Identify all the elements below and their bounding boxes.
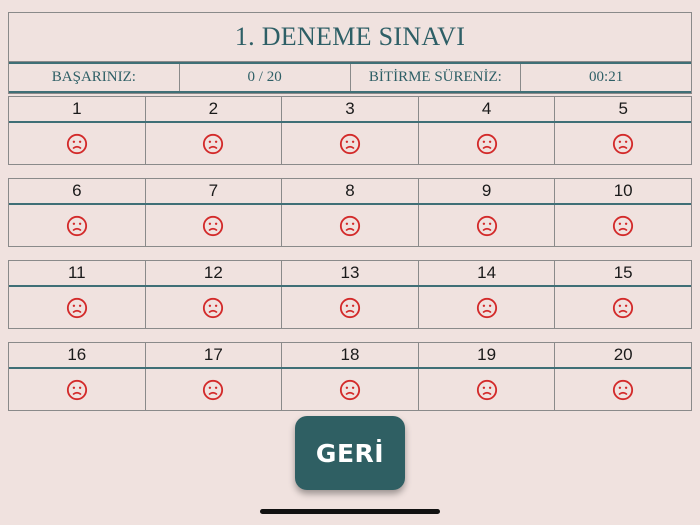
answer-status-cell xyxy=(282,287,419,329)
question-number: 15 xyxy=(613,263,633,282)
answer-status-cell xyxy=(419,287,556,329)
sad-face-icon xyxy=(66,133,88,155)
success-label: BAŞARINIZ: xyxy=(9,62,180,93)
answer-status-cell xyxy=(555,369,691,411)
sad-face-icon xyxy=(202,133,224,155)
question-number-row: 6 7 8 9 10 xyxy=(9,179,691,205)
question-number: 17 xyxy=(146,343,283,367)
answer-status-cell xyxy=(419,369,556,411)
sad-face-icon xyxy=(612,297,634,319)
sad-face-icon xyxy=(476,133,498,155)
sad-face-icon xyxy=(66,297,88,319)
question-number: 6 xyxy=(9,179,146,203)
finish-time-value: 00:21 xyxy=(589,69,624,85)
sad-face-icon xyxy=(339,133,361,155)
question-number: 13 xyxy=(282,261,419,285)
home-indicator xyxy=(260,509,440,514)
answer-status-cell xyxy=(419,123,556,165)
question-number: 7 xyxy=(146,179,283,203)
question-number-row: 16 17 18 19 20 xyxy=(9,343,691,369)
answer-status-cell xyxy=(146,369,283,411)
question-number: 19 xyxy=(419,343,556,367)
sad-face-icon xyxy=(476,297,498,319)
question-number-row: 11 12 13 14 15 xyxy=(9,261,691,287)
question-row-group: 16 17 18 19 20 xyxy=(8,342,692,411)
sad-face-icon xyxy=(339,379,361,401)
answer-status-row xyxy=(9,369,691,411)
answer-status-cell xyxy=(9,287,146,329)
answer-status-cell xyxy=(9,369,146,411)
answer-status-cell xyxy=(146,123,283,165)
answer-status-cell xyxy=(555,287,691,329)
answer-status-cell xyxy=(146,205,283,247)
sad-face-icon xyxy=(339,215,361,237)
finish-time-label: BİTİRME SÜRENİZ: xyxy=(351,62,522,93)
question-number: 4 xyxy=(419,97,556,121)
question-number: 11 xyxy=(9,261,146,285)
sad-face-icon xyxy=(476,379,498,401)
answer-status-cell xyxy=(282,123,419,165)
answer-status-cell xyxy=(282,369,419,411)
answer-status-cell xyxy=(146,287,283,329)
answer-status-cell xyxy=(555,205,691,247)
question-number: 9 xyxy=(419,179,556,203)
sad-face-icon xyxy=(612,379,634,401)
question-number: 18 xyxy=(282,343,419,367)
question-row-group: 6 7 8 9 10 xyxy=(8,178,692,247)
answer-status-cell xyxy=(9,123,146,165)
question-number: 20 xyxy=(613,345,633,364)
sad-face-icon xyxy=(202,297,224,319)
sad-face-icon xyxy=(612,133,634,155)
success-value: 0 / 20 xyxy=(180,62,351,93)
back-button[interactable]: GERİ xyxy=(295,416,405,490)
answer-status-cell xyxy=(555,123,691,165)
question-number-row: 1234 5 xyxy=(9,97,691,123)
question-row-group: 1234 5 xyxy=(8,96,692,165)
question-number: 3 xyxy=(282,97,419,121)
answer-status-row xyxy=(9,205,691,247)
question-number: 14 xyxy=(419,261,556,285)
answer-status-cell xyxy=(419,205,556,247)
question-number: 10 xyxy=(613,181,633,200)
answer-status-row xyxy=(9,287,691,329)
sad-face-icon xyxy=(66,379,88,401)
question-number: 12 xyxy=(146,261,283,285)
sad-face-icon xyxy=(202,379,224,401)
sad-face-icon xyxy=(476,215,498,237)
question-number: 1 xyxy=(9,97,146,121)
sad-face-icon xyxy=(202,215,224,237)
question-number: 5 xyxy=(618,99,628,118)
exam-title: 1. DENEME SINAVI xyxy=(8,12,692,62)
question-number: 16 xyxy=(9,343,146,367)
sad-face-icon xyxy=(612,215,634,237)
answer-status-cell xyxy=(9,205,146,247)
sad-face-icon xyxy=(339,297,361,319)
sad-face-icon xyxy=(66,215,88,237)
question-number: 2 xyxy=(146,97,283,121)
question-row-group: 11 12 13 14 15 xyxy=(8,260,692,329)
answer-status-row xyxy=(9,123,691,165)
question-number: 8 xyxy=(282,179,419,203)
answer-status-cell xyxy=(282,205,419,247)
result-summary: BAŞARINIZ: 0 / 20 BİTİRME SÜRENİZ: 00:21 xyxy=(8,62,692,94)
